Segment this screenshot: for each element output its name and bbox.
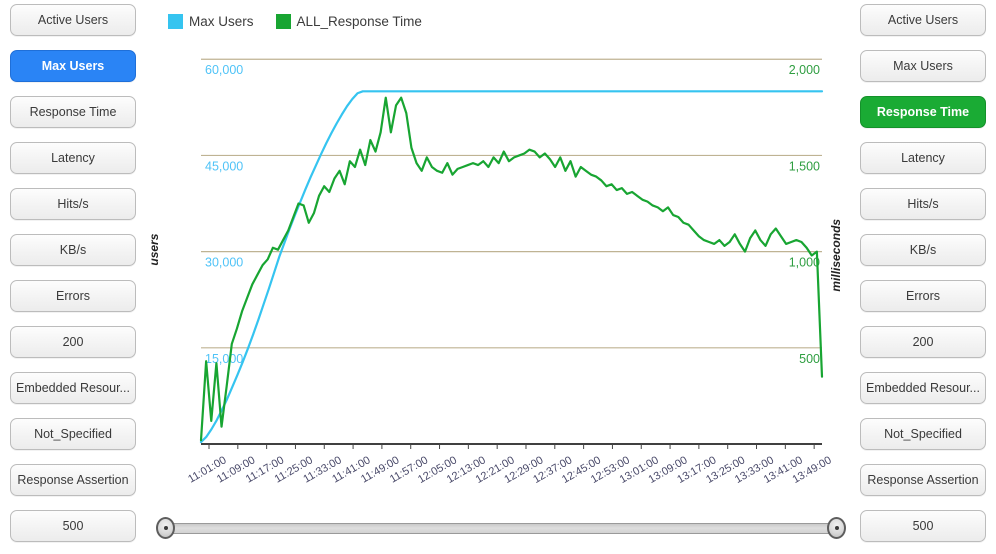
right-metric-button-not-specified[interactable]: Not_Specified xyxy=(860,418,986,450)
left-metric-button-500[interactable]: 500 xyxy=(10,510,136,542)
right-metric-button-200[interactable]: 200 xyxy=(860,326,986,358)
left-metric-button-kb-s[interactable]: KB/s xyxy=(10,234,136,266)
left-metric-button-response-assertion[interactable]: Response Assertion xyxy=(10,464,136,496)
series-line-max-users xyxy=(199,90,824,444)
time-range-slider[interactable] xyxy=(156,516,846,540)
left-metric-panel: Active Users Max Users Response Time Latenc… xyxy=(0,0,146,554)
right-metric-button-500[interactable]: 500 xyxy=(860,510,986,542)
slider-handle-end[interactable] xyxy=(827,517,846,539)
left-axis-tick-label: 45,000 xyxy=(205,159,243,173)
right-metric-button-response-assertion[interactable]: Response Assertion xyxy=(860,464,986,496)
left-metric-button-active-users[interactable]: Active Users xyxy=(10,4,136,36)
right-metric-panel: Active Users Max Users Response Time Latenc… xyxy=(850,0,996,554)
left-axis-title: users xyxy=(147,233,161,265)
left-axis-tick-label: 60,000 xyxy=(205,63,243,77)
right-metric-button-kb-s[interactable]: KB/s xyxy=(860,234,986,266)
left-metric-button-latency[interactable]: Latency xyxy=(10,142,136,174)
performance-dashboard: Active Users Max Users Response Time Latenc… xyxy=(0,0,996,554)
right-metric-button-active-users[interactable]: Active Users xyxy=(860,4,986,36)
slider-handle-start[interactable] xyxy=(156,517,175,539)
left-axis-tick-label: 15,000 xyxy=(205,352,243,366)
right-axis-tick-label: 500 xyxy=(799,352,820,366)
right-metric-button-errors[interactable]: Errors xyxy=(860,280,986,312)
left-metric-button-200[interactable]: 200 xyxy=(10,326,136,358)
right-metric-button-latency[interactable]: Latency xyxy=(860,142,986,174)
right-metric-button-max-users[interactable]: Max Users xyxy=(860,50,986,82)
right-metric-button-embedded-resour[interactable]: Embedded Resour... xyxy=(860,372,986,404)
right-metric-button-response-time[interactable]: Response Time xyxy=(860,96,986,128)
left-axis-tick-label: 30,000 xyxy=(205,256,243,270)
series-line-all-response-time xyxy=(199,96,824,442)
chart-plot: 60,000 45,000 30,000 15,000 2,000 1,500 1,000 5… xyxy=(147,58,843,486)
left-metric-button-errors[interactable]: Errors xyxy=(10,280,136,312)
left-metric-button-not-specified[interactable]: Not_Specified xyxy=(10,418,136,450)
right-metric-button-hits-s[interactable]: Hits/s xyxy=(860,188,986,220)
right-axis-tick-label: 1,000 xyxy=(789,256,820,270)
left-metric-button-response-time[interactable]: Response Time xyxy=(10,96,136,128)
right-axis-tick-label: 1,500 xyxy=(789,159,820,173)
slider-track[interactable] xyxy=(164,523,838,534)
right-axis-tick-label: 2,000 xyxy=(789,63,820,77)
right-axis-title: milliseconds xyxy=(829,219,843,292)
left-metric-button-hits-s[interactable]: Hits/s xyxy=(10,188,136,220)
chart-container: Max Users ALL_Response Time 60,000 45,000… xyxy=(146,0,850,554)
left-metric-button-max-users[interactable]: Max Users xyxy=(10,50,136,82)
left-metric-button-embedded-resour[interactable]: Embedded Resour... xyxy=(10,372,136,404)
